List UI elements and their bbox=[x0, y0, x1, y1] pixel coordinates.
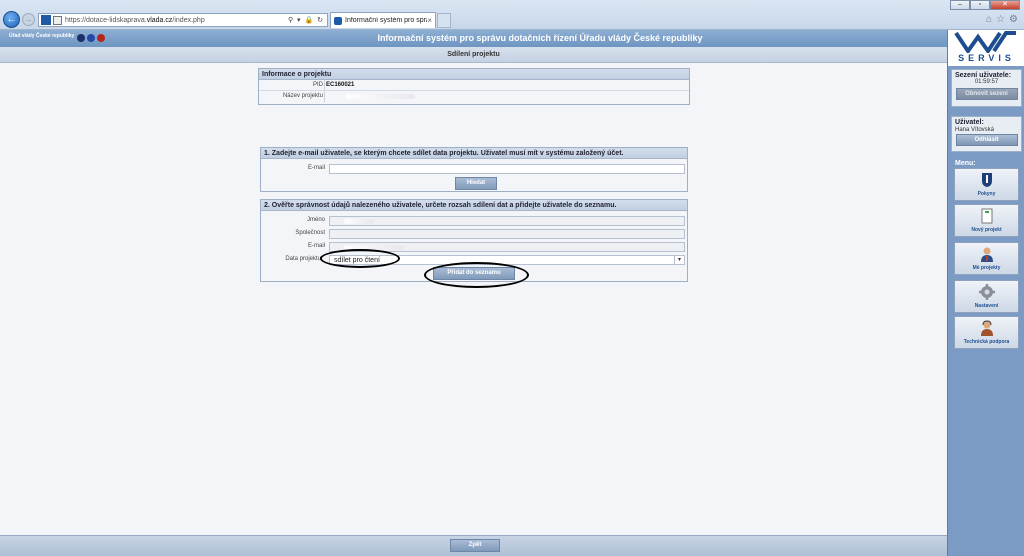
right-sidebar: SERVIS Sezení uživatele: 01:59:57 Obnovi… bbox=[947, 30, 1024, 556]
step2-heading: 2. Ověřte správnost údajů nalezeného uži… bbox=[261, 200, 687, 211]
session-box: Sezení uživatele: 01:59:57 Obnovit sezen… bbox=[951, 69, 1022, 107]
menu-item-my-projects[interactable]: Mé projekty bbox=[954, 242, 1019, 275]
data-label: Data projektu bbox=[285, 256, 321, 262]
app-header: Úřad vlády České republiky Informační sy… bbox=[0, 30, 947, 47]
redacted-value bbox=[345, 94, 415, 99]
main-content: Informace o projektu PID EC160021 Název … bbox=[0, 63, 947, 535]
gear-icon bbox=[979, 284, 995, 300]
logo-text: SERVIS bbox=[958, 53, 1015, 63]
menu-item-instructions[interactable]: Pokyny bbox=[954, 168, 1019, 201]
menu-item-label: Nový projekt bbox=[971, 227, 1002, 233]
new-tab-button[interactable] bbox=[437, 13, 451, 28]
project-name-label: Název projektu bbox=[282, 93, 323, 99]
project-info-panel: Informace o projektu PID EC160021 Název … bbox=[258, 68, 690, 105]
annotation-ellipse-button bbox=[424, 262, 529, 288]
menu-item-settings[interactable]: Nastavení bbox=[954, 280, 1019, 313]
email-label: E-mail bbox=[307, 165, 325, 171]
menu-item-label: Nastavení bbox=[974, 303, 999, 309]
user-box: Uživatel: Hana Vítovská Odhlásit bbox=[951, 116, 1022, 152]
company-field bbox=[329, 229, 685, 239]
servis-logo: SERVIS bbox=[948, 30, 1024, 66]
logo-mark-icon bbox=[954, 31, 1016, 53]
menu-item-label: Technická podpora bbox=[963, 339, 1010, 345]
redacted-value bbox=[344, 219, 374, 224]
address-tools-icons[interactable]: ⚲ ▾ 🔒 ↻ bbox=[288, 16, 327, 24]
home-icon[interactable]: ⌂ bbox=[986, 14, 992, 25]
window-controls: – ▫ ✕ bbox=[950, 0, 1020, 10]
column-divider bbox=[324, 80, 325, 90]
step1-heading: 1. Zadejte e-mail uživatele, se kterým c… bbox=[261, 148, 687, 159]
email-input[interactable] bbox=[329, 164, 685, 174]
address-bar[interactable]: https://dotace-lidskaprava.vlada.cz/inde… bbox=[38, 13, 328, 27]
search-button[interactable]: Hledat bbox=[455, 177, 497, 190]
page-title: Sdílení projektu bbox=[0, 47, 947, 63]
language-icon[interactable] bbox=[87, 34, 95, 42]
step1-panel: 1. Zadejte e-mail uživatele, se kterým c… bbox=[260, 147, 688, 192]
menu-title: Menu: bbox=[955, 160, 976, 167]
support-icon bbox=[979, 320, 995, 336]
tab-close-icon[interactable]: × bbox=[427, 16, 432, 25]
pid-row: PID EC160021 bbox=[259, 80, 689, 91]
browser-chrome: – ▫ ✕ ← → https://dotace-lidskaprava.vla… bbox=[0, 0, 1024, 30]
user-title: Uživatel: bbox=[955, 119, 984, 126]
new-document-icon bbox=[979, 208, 995, 224]
info-icon[interactable] bbox=[97, 34, 105, 42]
project-info-heading: Informace o projektu bbox=[259, 69, 689, 80]
footer-bar: Zpět bbox=[0, 535, 947, 556]
star-icon[interactable]: ☆ bbox=[996, 14, 1005, 25]
maximize-button[interactable]: ▫ bbox=[970, 0, 990, 10]
logout-button[interactable]: Odhlásit bbox=[955, 134, 1018, 146]
browser-toolbar-right: ⌂ ☆ ⚙ bbox=[986, 14, 1018, 25]
page-icon bbox=[53, 15, 62, 25]
user-icon bbox=[979, 246, 995, 262]
session-time: 01:59:57 bbox=[974, 79, 999, 85]
project-name-row: Název projektu bbox=[259, 91, 689, 102]
url-text: https://dotace-lidskaprava.vlada.cz/inde… bbox=[65, 16, 205, 24]
browser-tab[interactable]: Informační systém pro sprá... × bbox=[330, 12, 436, 28]
close-window-button[interactable]: ✕ bbox=[990, 0, 1020, 10]
tab-favicon-icon bbox=[334, 16, 342, 25]
site-chart-icon bbox=[41, 15, 51, 25]
app-title: Informační systém pro správu dotačních ř… bbox=[377, 33, 703, 43]
accessibility-icon[interactable] bbox=[77, 34, 85, 42]
menu-item-label: Pokyny bbox=[977, 191, 996, 197]
session-title: Sezení uživatele: bbox=[955, 72, 1012, 79]
info-icon bbox=[979, 172, 995, 188]
minimize-button[interactable]: – bbox=[950, 0, 970, 10]
gov-name: Úřad vlády České republiky bbox=[9, 33, 75, 39]
pid-value: EC160021 bbox=[326, 82, 355, 88]
menu-item-support[interactable]: Technická podpora bbox=[954, 316, 1019, 349]
annotation-ellipse-select bbox=[320, 249, 400, 268]
back-arrow-icon[interactable]: ← bbox=[3, 11, 20, 28]
name-label: Jméno bbox=[306, 217, 325, 223]
tab-title: Informační systém pro sprá... bbox=[345, 17, 428, 24]
column-divider bbox=[324, 91, 325, 102]
name-field bbox=[329, 216, 685, 226]
back-button[interactable]: Zpět bbox=[450, 539, 500, 552]
chevron-down-icon[interactable]: ▾ bbox=[674, 256, 684, 264]
company-label: Společnost bbox=[295, 230, 325, 236]
gear-icon[interactable]: ⚙ bbox=[1009, 14, 1018, 25]
menu-item-label: Mé projekty bbox=[972, 265, 1001, 271]
renew-session-button[interactable]: Obnovit sezení bbox=[955, 88, 1018, 100]
menu-item-new-project[interactable]: Nový projekt bbox=[954, 204, 1019, 237]
forward-arrow-icon[interactable]: → bbox=[22, 13, 35, 26]
pid-label: PID bbox=[312, 82, 323, 88]
user-email-label: E-mail bbox=[307, 243, 325, 249]
gov-icons bbox=[77, 34, 105, 42]
user-name: Hana Vítovská bbox=[955, 127, 995, 133]
